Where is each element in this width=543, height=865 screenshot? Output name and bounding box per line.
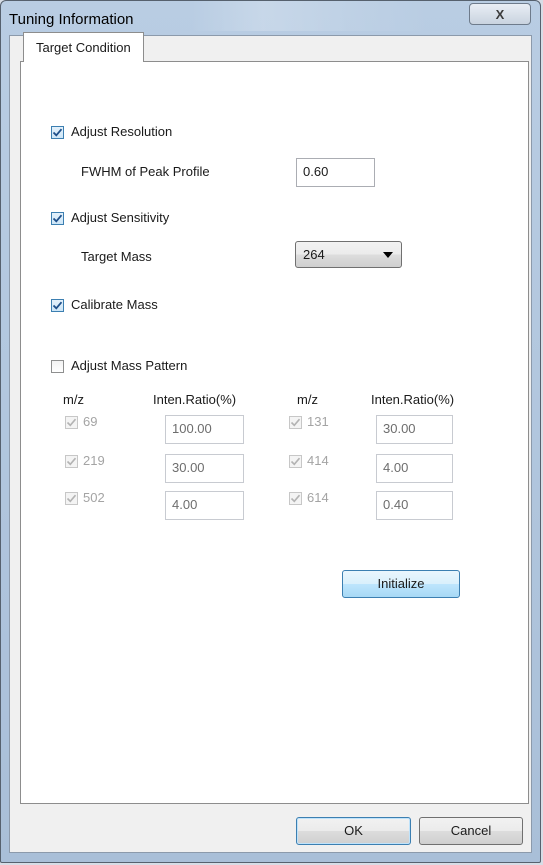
checkmark-icon — [52, 214, 63, 223]
checkmark-icon — [52, 301, 63, 310]
calibrate-mass-label: Calibrate Mass — [71, 297, 158, 312]
window-title: Tuning Information — [9, 11, 134, 28]
title-bar[interactable]: Tuning Information X — [1, 1, 540, 35]
tab-target-condition[interactable]: Target Condition — [23, 32, 144, 62]
mz-checkbox[interactable] — [65, 492, 78, 505]
adjust-mass-pattern-label: Adjust Mass Pattern — [71, 358, 188, 373]
checkmark-icon — [66, 457, 77, 466]
mz-value: 414 — [307, 453, 329, 468]
adjust-sensitivity-checkbox[interactable] — [51, 212, 64, 225]
mz-value: 131 — [307, 414, 329, 429]
fwhm-label: FWHM of Peak Profile — [81, 164, 210, 179]
target-condition-panel: Adjust Resolution FWHM of Peak Profile 0… — [20, 61, 529, 804]
close-icon: X — [495, 6, 505, 22]
mz-checkbox[interactable] — [289, 492, 302, 505]
checkmark-icon — [66, 494, 77, 503]
calibrate-mass-checkbox[interactable] — [51, 299, 64, 312]
ratio-header-right: Inten.Ratio(%) — [371, 392, 455, 407]
mz-value: 69 — [83, 414, 98, 429]
ratio-input[interactable]: 100.00 — [165, 415, 244, 444]
ratio-input[interactable]: 0.40 — [376, 491, 453, 520]
ratio-header-left: Inten.Ratio(%) — [153, 392, 237, 407]
ratio-input[interactable]: 30.00 — [376, 415, 453, 444]
checkmark-icon — [52, 128, 63, 137]
ratio-input[interactable]: 4.00 — [165, 491, 244, 520]
mz-checkbox[interactable] — [289, 455, 302, 468]
tuning-information-dialog: Tuning Information X Target Condition Ad… — [0, 0, 541, 863]
mz-value: 502 — [83, 490, 105, 505]
ratio-input[interactable]: 4.00 — [376, 454, 453, 483]
dropdown-arrow-icon — [383, 252, 393, 258]
checkmark-icon — [290, 457, 301, 466]
ok-button[interactable]: OK — [296, 817, 411, 845]
target-mass-select[interactable]: 264 — [295, 241, 402, 268]
initialize-button[interactable]: Initialize — [342, 570, 460, 598]
checkmark-icon — [290, 494, 301, 503]
cancel-button[interactable]: Cancel — [419, 817, 523, 845]
mz-value: 614 — [307, 490, 329, 505]
adjust-resolution-label: Adjust Resolution — [71, 124, 173, 139]
mz-header-left: m/z — [63, 392, 84, 407]
close-button[interactable]: X — [469, 3, 531, 25]
title-bar-glass — [191, 1, 431, 31]
target-mass-value: 264 — [303, 247, 325, 262]
mz-header-right: m/z — [297, 392, 318, 407]
mz-checkbox[interactable] — [65, 416, 78, 429]
mz-value: 219 — [83, 453, 105, 468]
adjust-resolution-checkbox[interactable] — [51, 126, 64, 139]
checkmark-icon — [66, 418, 77, 427]
mz-checkbox[interactable] — [289, 416, 302, 429]
fwhm-input[interactable]: 0.60 — [296, 158, 375, 187]
adjust-sensitivity-label: Adjust Sensitivity — [71, 210, 170, 225]
target-mass-label: Target Mass — [81, 249, 152, 264]
mz-checkbox[interactable] — [65, 455, 78, 468]
ratio-input[interactable]: 30.00 — [165, 454, 244, 483]
checkmark-icon — [290, 418, 301, 427]
adjust-mass-pattern-checkbox[interactable] — [51, 360, 64, 373]
